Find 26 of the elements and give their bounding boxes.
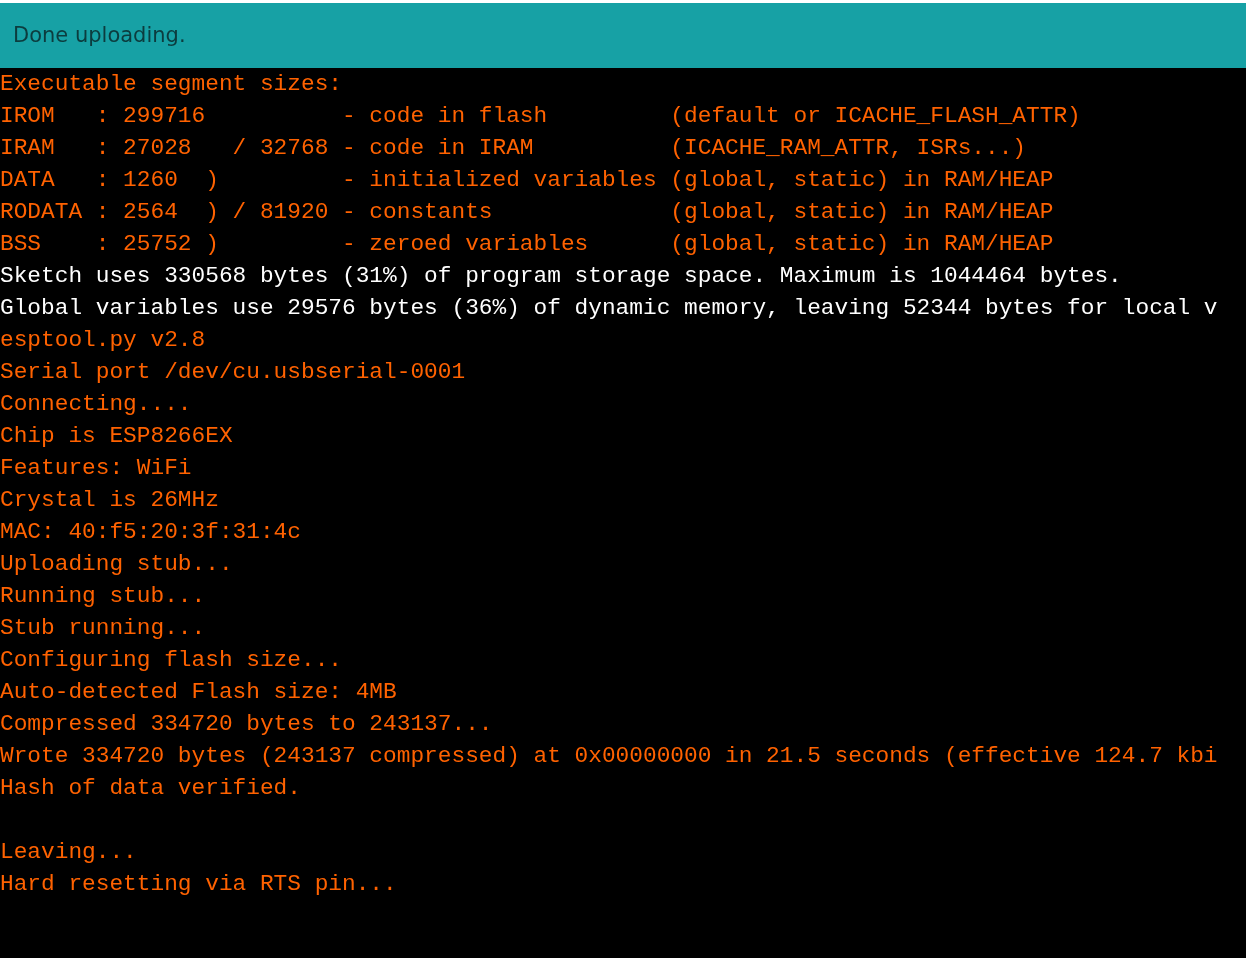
console-line: Sketch uses 330568 bytes (31%) of program storage space. Maximum is 1044464 bytes. xyxy=(0,262,1122,291)
console-line: IRAM : 27028 / 32768 - code in IRAM (ICACHE_RAM_ATTR, ISRs...) xyxy=(0,134,1027,163)
console-line: Chip is ESP8266EX xyxy=(0,422,233,451)
console-line: RODATA : 2564 ) / 81920 - constants (global, static) in RAM/HEAP xyxy=(0,198,1054,227)
console-line: Wrote 334720 bytes (243137 compressed) at 0x00000000 in 21.5 seconds (effective 124.7 kbi xyxy=(0,742,1218,771)
console-line: Compressed 334720 bytes to 243137... xyxy=(0,710,493,739)
console-line: Hash of data verified. xyxy=(0,774,301,803)
console-line: Uploading stub... xyxy=(0,550,233,579)
console-line: BSS : 25752 ) - zeroed variables (global, static) in RAM/HEAP xyxy=(0,230,1054,259)
console-line: Global variables use 29576 bytes (36%) of dynamic memory, leaving 52344 bytes for local v xyxy=(0,294,1218,323)
console-line: DATA : 1260 ) - initialized variables (global, static) in RAM/HEAP xyxy=(0,166,1054,195)
console-line: Serial port /dev/cu.usbserial-0001 xyxy=(0,358,466,387)
console-line: Configuring flash size... xyxy=(0,646,342,675)
console-line: Auto-detected Flash size: 4MB xyxy=(0,678,397,707)
console-line: esptool.py v2.8 xyxy=(0,326,206,355)
console-line: IROM : 299716 - code in flash (default or ICACHE_FLASH_ATTR) xyxy=(0,102,1081,131)
status-message: Done uploading. xyxy=(13,21,186,49)
console-line: Executable segment sizes: xyxy=(0,70,342,99)
console-line: Features: WiFi xyxy=(0,454,192,483)
console-line: Crystal is 26MHz xyxy=(0,486,219,515)
console-line: Hard resetting via RTS pin... xyxy=(0,870,397,899)
console-line: Stub running... xyxy=(0,614,206,643)
console-line: Connecting.... xyxy=(0,390,192,419)
console-line: MAC: 40:f5:20:3f:31:4c xyxy=(0,518,301,547)
console-line: Leaving... xyxy=(0,838,137,867)
console-line: Running stub... xyxy=(0,582,206,611)
